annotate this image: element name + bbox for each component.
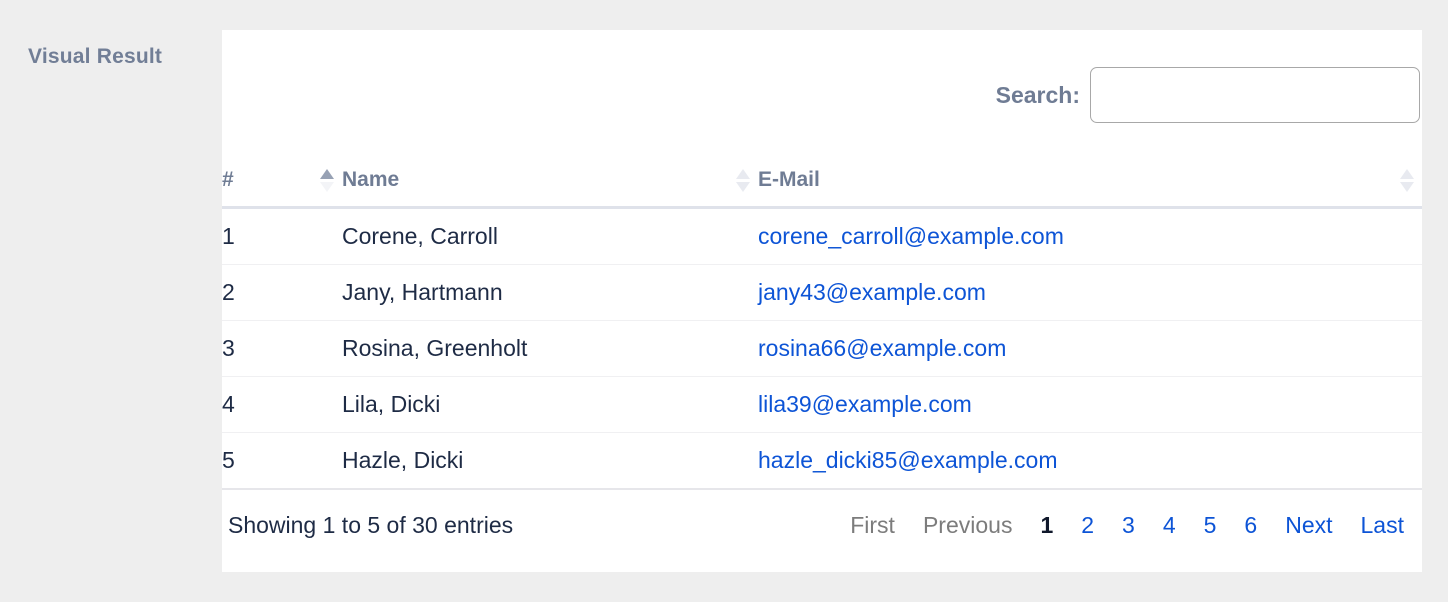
pagination-2[interactable]: 2: [1067, 512, 1108, 539]
visual-result-label: Visual Result: [28, 45, 163, 68]
pagination-previous: Previous: [922, 512, 1013, 538]
sort-ascending-icon: [1400, 168, 1414, 179]
pagination-3[interactable]: 3: [1108, 512, 1149, 539]
cell-name: Lila, Dicki: [342, 376, 758, 433]
column-header-num[interactable]: #: [222, 160, 342, 209]
email-link[interactable]: lila39@example.com: [758, 391, 972, 417]
table-header-row: # Name E-Mail: [222, 160, 1422, 209]
pagination-last[interactable]: Last: [1347, 512, 1418, 539]
sort-descending-icon: [736, 181, 750, 192]
email-link[interactable]: hazle_dicki85@example.com: [758, 447, 1058, 473]
table-row: 4 Lila, Dicki lila39@example.com: [222, 376, 1422, 433]
pagination-next[interactable]: Next: [1271, 512, 1346, 539]
table-row: 3 Rosina, Greenholt rosina66@example.com: [222, 320, 1422, 377]
cell-name: Rosina, Greenholt: [342, 320, 758, 377]
sort-ascending-icon: [736, 168, 750, 179]
sort-descending-icon: [320, 181, 334, 192]
table-row: 5 Hazle, Dicki hazle_dicki85@example.com: [222, 432, 1422, 490]
sort-ascending-icon: [320, 168, 334, 179]
cell-name: Hazle, Dicki: [342, 432, 758, 490]
results-table: # Name E-Mail 1 Corene, Carroll corene_c…: [222, 160, 1422, 490]
cell-email: rosina66@example.com: [758, 320, 1422, 377]
cell-email: hazle_dicki85@example.com: [758, 432, 1422, 490]
cell-row-number: 5: [222, 432, 342, 490]
column-header-num-label: #: [222, 168, 234, 191]
sort-arrows-num-icon[interactable]: [320, 168, 334, 192]
column-header-name-label: Name: [342, 168, 400, 191]
pagination: First Previous 1 2 3 4 5 6 Next Last: [836, 512, 1418, 539]
cell-row-number: 3: [222, 320, 342, 377]
email-link[interactable]: rosina66@example.com: [758, 335, 1006, 361]
email-link[interactable]: jany43@example.com: [758, 279, 986, 305]
cell-row-number: 2: [222, 264, 342, 321]
pagination-5[interactable]: 5: [1190, 512, 1231, 539]
column-header-email[interactable]: E-Mail: [758, 160, 1422, 209]
cell-name: Jany, Hartmann: [342, 264, 758, 321]
entries-info: Showing 1 to 5 of 30 entries: [228, 512, 514, 538]
datatable-inner: Search: # Name E-Mail 1 Corene, Carroll …: [222, 30, 1422, 572]
table-body: 1 Corene, Carroll corene_carroll@example.c…: [222, 207, 1422, 490]
table-row: 2 Jany, Hartmann jany43@example.com: [222, 264, 1422, 321]
table-row: 1 Corene, Carroll corene_carroll@example.c…: [222, 207, 1422, 265]
column-header-name[interactable]: Name: [342, 160, 758, 209]
search-row: Search:: [222, 30, 1422, 160]
pagination-6[interactable]: 6: [1230, 512, 1271, 539]
datatable-card: Search: # Name E-Mail 1 Corene, Carroll …: [222, 30, 1422, 572]
sort-arrows-email-icon[interactable]: [1400, 168, 1414, 192]
pagination-first: First: [850, 512, 895, 538]
email-link[interactable]: corene_carroll@example.com: [758, 223, 1064, 249]
cell-email: lila39@example.com: [758, 376, 1422, 433]
cell-name: Corene, Carroll: [342, 207, 758, 265]
table-footer: Showing 1 to 5 of 30 entries First Previo…: [222, 490, 1422, 539]
cell-email: jany43@example.com: [758, 264, 1422, 321]
sort-arrows-name-icon[interactable]: [736, 168, 750, 192]
search-input[interactable]: [1090, 67, 1420, 123]
cell-row-number: 1: [222, 207, 342, 265]
search-label: Search:: [995, 81, 1080, 108]
cell-row-number: 4: [222, 376, 342, 433]
table-head: # Name E-Mail: [222, 160, 1422, 209]
page-root: Visual Result Search: # Name E-Mail 1 Co…: [0, 0, 1448, 602]
pagination-4[interactable]: 4: [1149, 512, 1190, 539]
sort-descending-icon: [1400, 181, 1414, 192]
cell-email: corene_carroll@example.com: [758, 207, 1422, 265]
pagination-1[interactable]: 1: [1026, 512, 1067, 539]
column-header-email-label: E-Mail: [758, 168, 820, 191]
